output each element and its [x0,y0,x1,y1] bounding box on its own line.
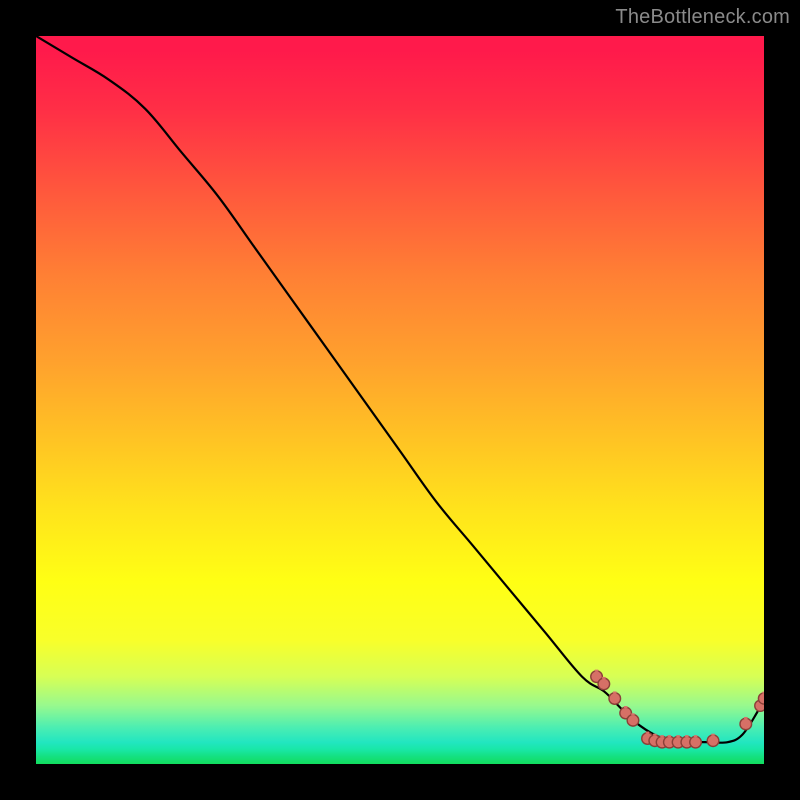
chart-plot-area [36,36,764,764]
watermark-label: TheBottleneck.com [615,6,790,29]
data-marker [598,678,610,690]
data-marker [609,693,621,705]
chart-overlay-svg [36,36,764,764]
data-marker [740,718,752,730]
chart-markers [591,670,764,748]
data-marker [707,735,719,747]
data-marker [758,693,764,704]
data-marker [627,715,639,727]
data-marker [690,736,702,748]
chart-frame: TheBottleneck.com [0,0,800,800]
bottleneck-curve [36,36,764,743]
